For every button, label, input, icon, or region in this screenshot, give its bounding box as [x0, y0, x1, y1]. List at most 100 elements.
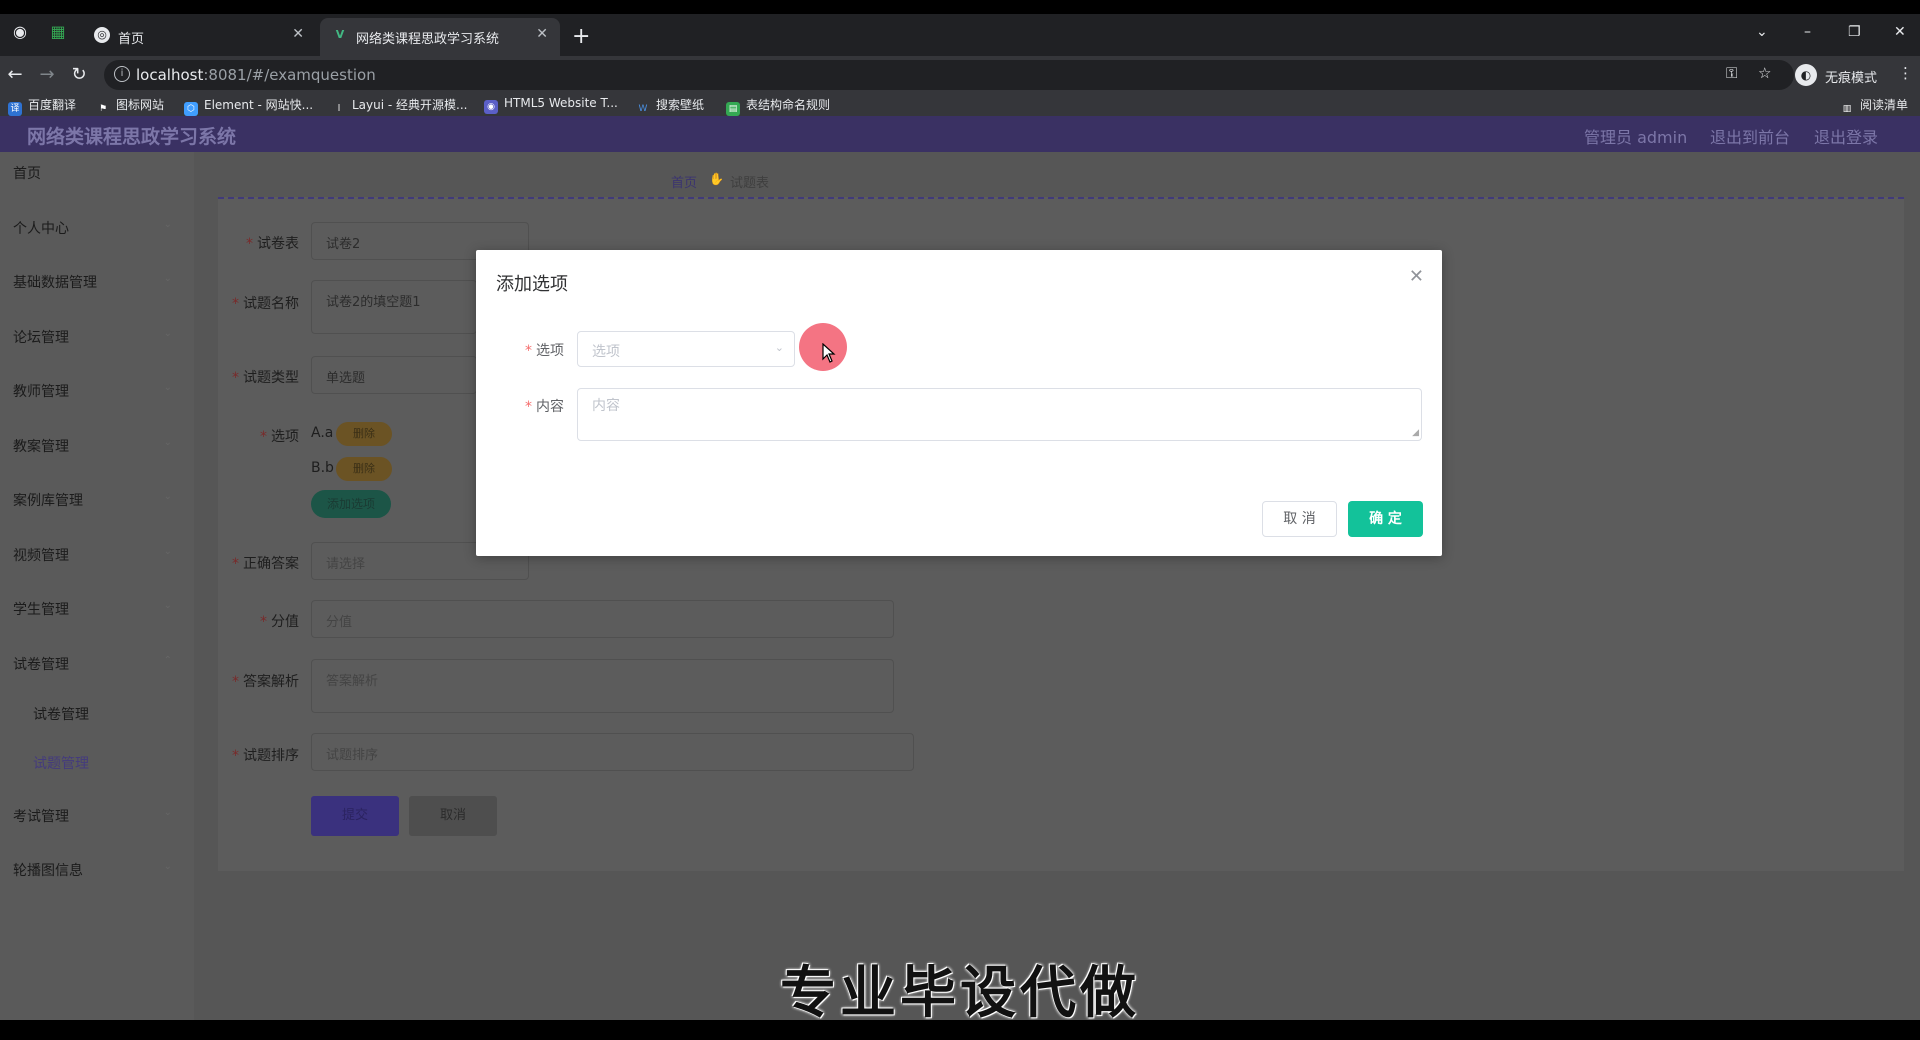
back-to-front-link[interactable]: 退出到前台 — [1710, 124, 1790, 148]
resize-handle-icon[interactable]: ◢ — [1412, 428, 1419, 438]
chevron-down-icon: ⌄ — [163, 491, 172, 502]
sidebar-item-forum[interactable]: 论坛管理 ⌄ — [0, 316, 194, 356]
bookmarks-bar: 译百度翻译 ⚑ 图标网站 ⬡ Element - 网站快... l Layui - 经… — [0, 94, 1920, 116]
sidebar-item-students[interactable]: 学生管理 ⌄ — [0, 588, 194, 628]
chevron-down-icon: ⌄ — [163, 437, 172, 448]
sheet-icon: ▤ — [726, 102, 740, 116]
address-bar[interactable]: i localhost:8081/#/examquestion — [104, 60, 1794, 90]
browser-menu-icon[interactable]: ◉ — [8, 20, 32, 44]
sidebar-item-carousel[interactable]: 轮播图信息 ⌄ — [0, 849, 194, 889]
back-icon[interactable]: ← — [2, 62, 28, 88]
reading-list-icon: ▥ — [1842, 104, 1852, 114]
element-icon: ⬡ — [184, 102, 198, 116]
add-option-dialog: 添加选项 ✕ * 选项 选项 ⌄ * 内容 内容 ◢ 取 消 确 定 — [476, 250, 1442, 556]
forward-icon[interactable]: → — [34, 62, 60, 88]
sidebar-item-lesson-plans[interactable]: 教案管理 ⌄ — [0, 425, 194, 465]
bookmark-item[interactable]: ◉ HTML5 Website T... — [484, 96, 618, 114]
delete-option-button[interactable]: 删除 — [336, 422, 392, 446]
analysis-textarea[interactable]: 答案解析 — [311, 659, 894, 713]
option-item: A.a — [311, 425, 334, 441]
bookmark-item[interactable]: ⬡ Element - 网站快... — [184, 96, 313, 116]
incognito-label: 无痕模式 — [1825, 71, 1878, 86]
window-close-button[interactable]: ✕ — [1894, 24, 1906, 40]
sidebar-item-teachers[interactable]: 教师管理 ⌄ — [0, 370, 194, 410]
flag-icon: ⚑ — [98, 104, 108, 114]
dialog-cancel-button[interactable]: 取 消 — [1262, 501, 1337, 537]
bottom-bar — [0, 1020, 1920, 1040]
user-label: 管理员 admin — [1584, 128, 1688, 147]
add-option-button[interactable]: 添加选项 — [311, 490, 391, 518]
dialog-confirm-button[interactable]: 确 定 — [1348, 501, 1423, 537]
chevron-down-icon: ⌄ — [163, 328, 172, 339]
sidebar-subitem-question-management[interactable]: 试题管理 — [0, 742, 194, 782]
bookmark-item[interactable]: 译百度翻译 — [8, 96, 76, 116]
chevron-down-icon: ⌄ — [163, 600, 172, 611]
question-type-select[interactable]: 单选题 — [311, 356, 477, 394]
cancel-button[interactable]: 取消 — [409, 796, 497, 836]
bookmark-item[interactable]: ▤ 表结构命名规则 — [726, 96, 830, 116]
browser-tab-strip: ◉ ▦ ◎ 首页 ✕ V 网络类课程思政学习系统 ✕ + ⌄ – ❐ ✕ — [0, 14, 1920, 56]
question-name-label: * 试题名称 — [232, 296, 299, 312]
breadcrumb-home[interactable]: 首页 — [671, 172, 697, 191]
score-input[interactable]: 分值 — [311, 600, 894, 638]
option-select[interactable]: 选项 ⌄ — [577, 331, 795, 367]
chevron-down-icon: ⌄ — [163, 807, 172, 818]
key-icon[interactable]: ⚿ — [1726, 64, 1737, 82]
sidebar-item-case-library[interactable]: 案例库管理 ⌄ — [0, 479, 194, 519]
chevron-down-icon: ⌄ — [774, 341, 784, 354]
option-item: B.b — [311, 460, 334, 476]
dialog-title: 添加选项 — [496, 274, 568, 295]
app-title: 网络类课程思政学习系统 — [27, 126, 237, 148]
sidebar-item-papers[interactable]: 试卷管理 ⌃ — [0, 643, 194, 683]
info-icon[interactable]: i — [114, 66, 130, 82]
sidebar-item-basic-data[interactable]: 基础数据管理 ⌄ — [0, 261, 194, 301]
top-bar — [0, 0, 1920, 14]
score-label: * 分值 — [260, 614, 299, 630]
sidebar-item-home[interactable]: 首页 — [0, 152, 194, 192]
order-input[interactable]: 试题排序 — [311, 733, 914, 771]
close-icon[interactable]: ✕ — [292, 26, 304, 42]
bookmark-item[interactable]: l Layui - 经典开源模... — [332, 96, 468, 114]
tab-home[interactable]: ◎ 首页 ✕ — [82, 18, 316, 56]
logout-link[interactable]: 退出登录 — [1814, 124, 1878, 148]
reload-icon[interactable]: ↻ — [66, 62, 92, 88]
content-textarea[interactable]: 内容 ◢ — [577, 388, 1422, 441]
layui-icon: l — [337, 104, 341, 114]
sidebar-item-videos[interactable]: 视频管理 ⌄ — [0, 534, 194, 574]
bookmark-item[interactable]: ⚑ 图标网站 — [96, 96, 164, 114]
close-icon[interactable]: ✕ — [1409, 266, 1424, 287]
breadcrumb-current: 试题表 — [730, 176, 770, 191]
minimize-button[interactable]: – — [1804, 24, 1811, 40]
url-text[interactable]: localhost:8081/#/examquestion — [136, 66, 376, 84]
tab-title: 网络类课程思政学习系统 — [356, 32, 500, 47]
sidebar-item-exams[interactable]: 考试管理 ⌄ — [0, 795, 194, 835]
bookmark-item[interactable]: W 搜索壁纸 — [636, 96, 704, 114]
sidebar-subitem-paper-management[interactable]: 试卷管理 — [0, 693, 194, 733]
breadcrumb-divider — [218, 197, 1904, 199]
tab-active[interactable]: V 网络类课程思政学习系统 ✕ — [320, 18, 560, 56]
dialog-option-label: * 选项 — [525, 343, 564, 359]
reading-list[interactable]: ▥ 阅读清单 — [1840, 96, 1908, 114]
dialog-content-label: * 内容 — [525, 399, 564, 415]
order-label: * 试题排序 — [232, 748, 299, 764]
analysis-label: * 答案解析 — [232, 674, 299, 690]
sidebar: 首页 个人中心 ⌄ 基础数据管理 ⌄ 论坛管理 ⌄ 教师管理 ⌄ 教案管理 ⌄ 案例库管理… — [0, 152, 194, 1020]
chevron-down-icon: ⌄ — [163, 382, 172, 393]
star-icon[interactable]: ☆ — [1758, 64, 1771, 82]
question-name-field[interactable]: 试卷2的填空题1 — [311, 280, 477, 334]
pinned-tab-icon[interactable]: ▦ — [46, 20, 70, 44]
hand-icon: ✋ — [709, 172, 724, 186]
submit-button[interactable]: 提交 — [311, 796, 399, 836]
new-tab-button[interactable]: + — [572, 26, 590, 48]
restore-button[interactable]: ❐ — [1848, 24, 1861, 40]
options-label: * 选项 — [260, 429, 299, 445]
translate-icon: 译 — [8, 102, 22, 116]
chevron-down-icon: ⌄ — [163, 219, 172, 230]
video-subtitle: 专业毕设代做 — [780, 961, 1140, 1026]
paper-label: * 试卷表 — [246, 236, 299, 252]
delete-option-button[interactable]: 删除 — [336, 457, 392, 481]
more-menu-icon[interactable]: ⋮ — [1898, 64, 1913, 82]
close-icon[interactable]: ✕ — [536, 26, 548, 42]
sidebar-item-profile[interactable]: 个人中心 ⌄ — [0, 207, 194, 247]
tab-search-icon[interactable]: ⌄ — [1756, 24, 1768, 40]
